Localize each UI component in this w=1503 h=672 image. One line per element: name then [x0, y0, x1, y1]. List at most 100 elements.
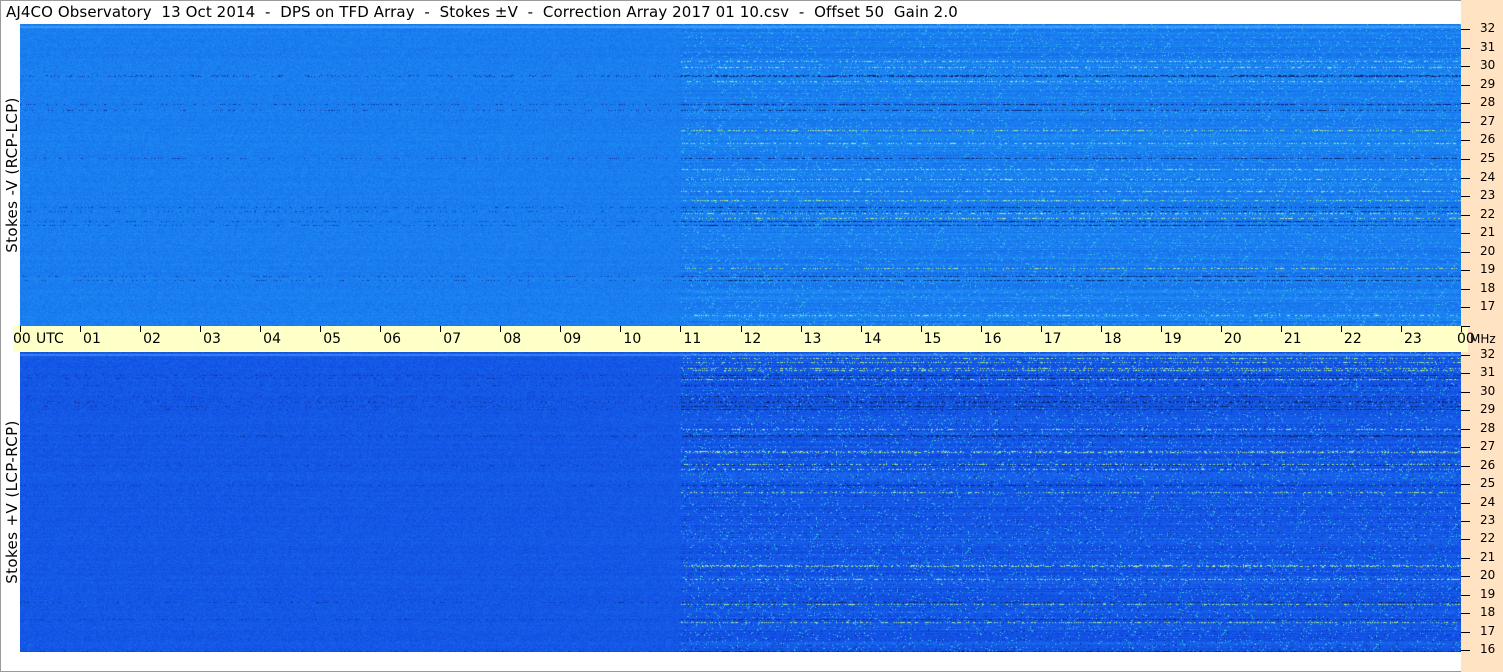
- frequency-tick-label: 24: [1480, 494, 1496, 509]
- frequency-tick-label: 27: [1480, 439, 1496, 454]
- time-tick-label: 08: [503, 331, 522, 347]
- time-tick: [1160, 326, 1162, 332]
- frequency-tick-label: 29: [1480, 76, 1496, 91]
- time-tick-label: 18: [1103, 331, 1122, 347]
- time-tick-label: 09: [563, 331, 582, 347]
- time-tick: [1400, 326, 1402, 332]
- frequency-tick-label: 28: [1480, 420, 1496, 435]
- frequency-tick: [1461, 66, 1470, 68]
- frequency-tick: [1461, 158, 1470, 160]
- frequency-tick: [1461, 594, 1470, 596]
- time-tick: [1040, 326, 1042, 332]
- time-tick-label: 21: [1283, 331, 1302, 347]
- frequency-tick-label: 21: [1480, 549, 1496, 564]
- frequency-tick: [1461, 373, 1470, 375]
- frequency-tick-label: 19: [1480, 586, 1496, 601]
- time-tick-label: 13: [803, 331, 822, 347]
- frequency-tick-label: 20: [1480, 243, 1496, 258]
- frequency-tick-label: 32: [1480, 21, 1496, 35]
- frequency-tick: [1461, 121, 1470, 123]
- time-tick-label: 07: [443, 331, 462, 347]
- time-tick-label: 00: [13, 331, 31, 347]
- frequency-tick: [1461, 103, 1470, 105]
- frequency-tick: [1461, 557, 1470, 559]
- time-tick-label: 20: [1223, 331, 1242, 347]
- frequency-tick-label: 19: [1480, 262, 1496, 277]
- time-tick-label: 23: [1403, 331, 1422, 347]
- frequency-tick: [1461, 520, 1470, 522]
- frequency-tick-label: 18: [1480, 280, 1496, 295]
- time-tick-label: 05: [323, 331, 342, 347]
- frequency-tick: [1461, 177, 1470, 179]
- frequency-tick-label: 29: [1480, 402, 1496, 417]
- time-tick-label: 14: [863, 331, 882, 347]
- time-tick: [1220, 326, 1222, 332]
- frequency-tick: [1461, 214, 1470, 216]
- time-tick-label: 16: [983, 331, 1002, 347]
- time-tick: [140, 326, 142, 332]
- time-unit-label: UTC: [36, 331, 64, 347]
- frequency-tick: [1461, 465, 1470, 467]
- time-tick: [1340, 326, 1342, 332]
- time-tick: [1280, 326, 1282, 332]
- time-tick-label: 03: [203, 331, 221, 347]
- frequency-tick: [1461, 326, 1470, 327]
- frequency-tick-label: 22: [1480, 206, 1496, 221]
- frequency-tick: [1461, 140, 1470, 142]
- time-tick: [860, 326, 862, 332]
- stokes-plus-v-spectrogram: [20, 352, 1461, 652]
- frequency-tick-label: 26: [1480, 132, 1496, 147]
- time-tick-label: 11: [683, 331, 702, 347]
- time-tick: [920, 326, 922, 332]
- time-tick: [680, 326, 682, 332]
- frequency-tick: [1461, 631, 1470, 633]
- frequency-tick: [1461, 307, 1470, 309]
- time-tick: [980, 326, 982, 332]
- time-tick: [500, 326, 502, 332]
- frequency-tick-label: 21: [1480, 225, 1496, 240]
- page-title: AJ4CO Observatory 13 Oct 2014 - DPS on T…: [6, 3, 958, 21]
- time-tick: [740, 326, 742, 332]
- time-tick: [80, 326, 82, 332]
- frequency-tick-label: 31: [1480, 39, 1496, 54]
- frequency-tick: [1461, 47, 1470, 49]
- frequency-tick: [1461, 539, 1470, 541]
- time-tick-label: 15: [923, 331, 942, 347]
- stokes-plus-v-heatmap: [20, 352, 1461, 652]
- time-tick-label: 10: [623, 331, 642, 347]
- time-tick: [200, 326, 202, 332]
- time-tick-label: 22: [1343, 331, 1362, 347]
- frequency-tick-label: 32: [1480, 347, 1496, 361]
- frequency-tick: [1461, 288, 1470, 290]
- frequency-tick-label: 31: [1480, 365, 1496, 380]
- time-tick-label: 01: [83, 331, 101, 347]
- top-panel-label: Stokes -V (RCP-LCP): [3, 97, 22, 253]
- stokes-minus-v-heatmap: [20, 24, 1461, 326]
- time-tick: [1100, 326, 1102, 332]
- frequency-tick: [1461, 84, 1470, 86]
- frequency-tick: [1461, 233, 1470, 235]
- frequency-tick: [1461, 484, 1470, 486]
- frequency-tick-label: 17: [1480, 299, 1496, 314]
- time-tick-label: 17: [1043, 331, 1062, 347]
- time-tick: [620, 326, 622, 332]
- frequency-tick: [1461, 502, 1470, 504]
- frequency-tick: [1461, 576, 1470, 578]
- frequency-tick-label: 23: [1480, 188, 1496, 203]
- frequency-tick: [1461, 251, 1470, 253]
- frequency-tick-label: 20: [1480, 568, 1496, 583]
- time-tick: [560, 326, 562, 332]
- time-tick: [320, 326, 322, 332]
- frequency-tick: [1461, 391, 1470, 393]
- frequency-tick: [1461, 355, 1470, 356]
- frequency-tick-label: 26: [1480, 457, 1496, 472]
- time-tick-label: 04: [263, 331, 281, 347]
- time-tick: [800, 326, 802, 332]
- frequency-tick-label: 16: [1480, 642, 1496, 656]
- frequency-tick-label: 25: [1480, 150, 1496, 165]
- frequency-tick: [1461, 196, 1470, 198]
- time-tick-label: 19: [1163, 331, 1182, 347]
- time-tick: [440, 326, 442, 332]
- frequency-tick-label: 30: [1480, 58, 1496, 73]
- frequency-tick: [1461, 613, 1470, 615]
